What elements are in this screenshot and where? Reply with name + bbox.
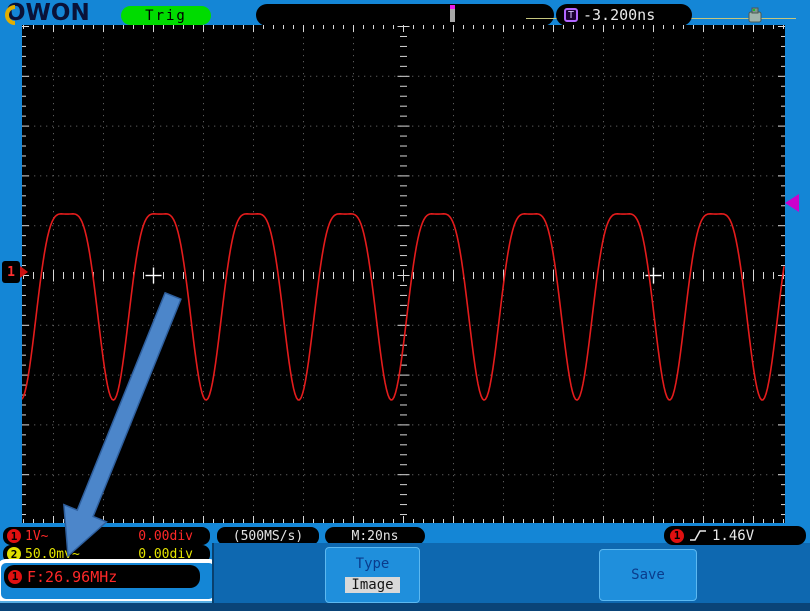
usb-storage-icon	[748, 7, 762, 23]
channel1-position-marker[interactable]: 1	[2, 261, 20, 283]
trigger-offset-value: -3.200ns	[583, 6, 656, 24]
type-softkey-button[interactable]: Type Image	[325, 547, 420, 603]
trigger-position-marker[interactable]	[450, 5, 455, 22]
frequency-measurement-readout: 1 F:26.96MHz	[4, 565, 200, 588]
rising-edge-icon	[690, 530, 706, 541]
ch1-waveform-trace	[21, 213, 785, 401]
softkey-menu-panel	[212, 543, 810, 603]
trigger-offset-readout: T -3.200ns	[556, 4, 692, 26]
channel1-position-marker-arrow	[20, 266, 28, 278]
frequency-value: F:26.96MHz	[27, 567, 118, 586]
trigger-level-arrow[interactable]	[785, 194, 799, 212]
measurement-channel-badge: 1	[8, 569, 22, 584]
oscilloscope-screen: OWON Trig T T -3.200ns 1 1 1V~ 0.00div 2…	[0, 0, 810, 611]
graticule-display-area	[21, 25, 785, 525]
bottom-frame-strip	[0, 603, 810, 611]
channel1-badge: 1	[7, 529, 21, 543]
channel1-position: 0.00div	[138, 528, 193, 544]
channel1-readout: 1 1V~ 0.00div	[3, 527, 210, 545]
type-label: Type	[355, 556, 390, 572]
trigger-level-readout: 1 1.46V	[664, 526, 806, 545]
horizontal-position-bar[interactable]	[256, 4, 796, 26]
trigger-status-badge: Trig	[121, 6, 211, 25]
save-softkey-button[interactable]: Save	[599, 549, 697, 601]
trigger-source-badge: 1	[670, 528, 684, 543]
type-selected-value[interactable]: Image	[345, 577, 400, 593]
trigger-level-value: 1.46V	[712, 527, 755, 544]
trigger-t-icon: T	[564, 8, 578, 22]
channel1-scale: 1V~	[25, 528, 49, 544]
brand-logo-gold-arc	[5, 5, 16, 25]
